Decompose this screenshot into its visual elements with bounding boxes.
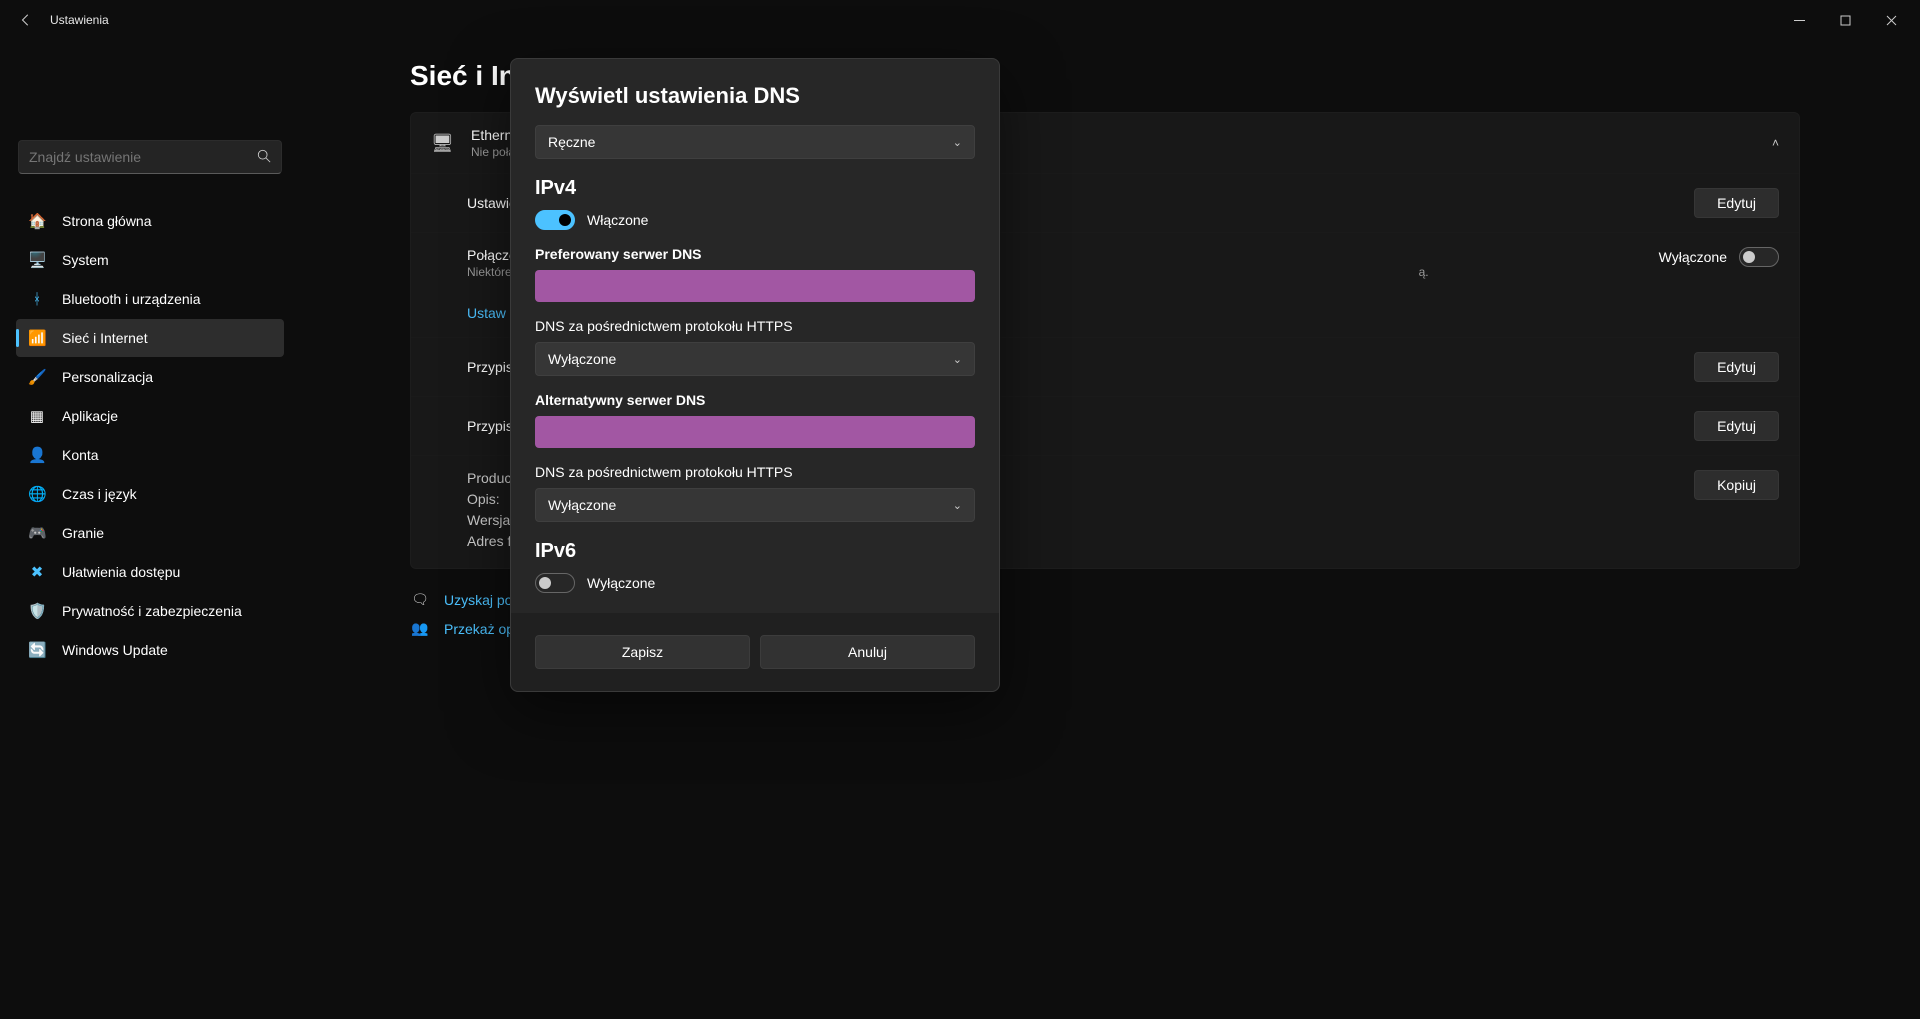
save-button[interactable]: Zapisz <box>535 635 750 669</box>
sidebar-item-0[interactable]: 🏠 Strona główna <box>16 202 284 240</box>
nav-label: Personalizacja <box>62 369 153 385</box>
nav-icon: 🖌️ <box>28 368 46 386</box>
sidebar-item-7[interactable]: 🌐 Czas i język <box>16 475 284 513</box>
search-box[interactable] <box>18 140 282 174</box>
nav-icon: 🔄 <box>28 641 46 659</box>
nav-label: Bluetooth i urządzenia <box>62 291 201 307</box>
chevron-up-icon[interactable]: ˄ <box>1772 136 1779 150</box>
mode-select[interactable]: Ręczne ⌄ <box>535 125 975 159</box>
alt-dns-input[interactable] <box>535 416 975 448</box>
sidebar-item-3[interactable]: 📶 Sieć i Internet <box>16 319 284 357</box>
sidebar-item-8[interactable]: 🎮 Granie <box>16 514 284 552</box>
nav-label: System <box>62 252 109 268</box>
nav-icon: ᚼ <box>28 291 46 308</box>
metered-toggle[interactable] <box>1739 247 1779 267</box>
back-button[interactable] <box>6 0 46 40</box>
alt-dns-label: Alternatywny serwer DNS <box>535 392 975 408</box>
monitor-icon: 🖥 <box>431 133 471 154</box>
nav-icon: ✖ <box>28 563 46 581</box>
sidebar-item-10[interactable]: 🛡️ Prywatność i zabezpieczenia <box>16 592 284 630</box>
maximize-button[interactable] <box>1822 4 1868 36</box>
help-icon: 🗨 <box>410 591 430 608</box>
sidebar-item-9[interactable]: ✖ Ułatwienia dostępu <box>16 553 284 591</box>
ipv4-state: Włączone <box>587 212 648 228</box>
metered-value: Wyłączone <box>1659 249 1727 265</box>
nav-label: Ułatwienia dostępu <box>62 564 180 580</box>
nav-icon: 🏠 <box>28 212 46 230</box>
sidebar-item-2[interactable]: ᚼ Bluetooth i urządzenia <box>16 280 284 318</box>
sidebar-item-1[interactable]: 🖥️ System <box>16 241 284 279</box>
chevron-down-icon: ⌄ <box>953 136 962 149</box>
chevron-down-icon: ⌄ <box>953 499 962 512</box>
doh2-label: DNS za pośrednictwem protokołu HTTPS <box>535 464 975 480</box>
nav-label: Sieć i Internet <box>62 330 148 346</box>
nav-label: Konta <box>62 447 99 463</box>
dialog-title: Wyświetl ustawienia DNS <box>535 83 975 109</box>
sidebar-item-4[interactable]: 🖌️ Personalizacja <box>16 358 284 396</box>
nav-label: Czas i język <box>62 486 137 502</box>
doh-select[interactable]: Wyłączone ⌄ <box>535 342 975 376</box>
app-title: Ustawienia <box>50 13 109 27</box>
sidebar: 🏠 Strona główna 🖥️ System ᚼ Bluetooth i urząd… <box>0 40 300 1019</box>
preferred-dns-label: Preferowany serwer DNS <box>535 246 975 262</box>
titlebar: Ustawienia <box>0 0 1920 40</box>
metered-sub-trail: ą. <box>1419 265 1429 279</box>
dns-settings-dialog: Wyświetl ustawienia DNS Ręczne ⌄ IPv4 Wł… <box>510 58 1000 692</box>
preferred-dns-input[interactable] <box>535 270 975 302</box>
nav-icon: 🖥️ <box>28 251 46 269</box>
feedback-icon: 👥 <box>410 620 430 637</box>
ipv4-heading: IPv4 <box>535 177 975 200</box>
edit-button[interactable]: Edytuj <box>1694 188 1779 218</box>
copy-button[interactable]: Kopiuj <box>1694 470 1779 500</box>
nav-label: Windows Update <box>62 642 168 658</box>
metered-sub: Niektóre <box>467 265 512 279</box>
ipv4-toggle[interactable] <box>535 210 575 230</box>
edit-button-2[interactable]: Edytuj <box>1694 352 1779 382</box>
nav-label: Aplikacje <box>62 408 118 424</box>
nav-icon: 🛡️ <box>28 602 46 620</box>
nav-label: Prywatność i zabezpieczenia <box>62 603 242 619</box>
search-input[interactable] <box>29 149 257 165</box>
nav-icon: ▦ <box>28 407 46 425</box>
doh-label: DNS za pośrednictwem protokołu HTTPS <box>535 318 975 334</box>
nav-label: Granie <box>62 525 104 541</box>
edit-button-3[interactable]: Edytuj <box>1694 411 1779 441</box>
ipv6-toggle[interactable] <box>535 573 575 593</box>
close-button[interactable] <box>1868 4 1914 36</box>
chevron-down-icon: ⌄ <box>953 353 962 366</box>
nav-icon: 👤 <box>28 446 46 464</box>
nav-icon: 📶 <box>28 329 46 347</box>
ipv6-state: Wyłączone <box>587 575 655 591</box>
ipv6-heading: IPv6 <box>535 540 975 563</box>
nav-label: Strona główna <box>62 213 152 229</box>
doh2-select[interactable]: Wyłączone ⌄ <box>535 488 975 522</box>
sidebar-item-5[interactable]: ▦ Aplikacje <box>16 397 284 435</box>
nav-icon: 🎮 <box>28 524 46 542</box>
search-icon <box>257 149 271 166</box>
cancel-button[interactable]: Anuluj <box>760 635 975 669</box>
sidebar-item-6[interactable]: 👤 Konta <box>16 436 284 474</box>
nav-icon: 🌐 <box>28 485 46 503</box>
sidebar-item-11[interactable]: 🔄 Windows Update <box>16 631 284 669</box>
minimize-button[interactable] <box>1776 4 1822 36</box>
